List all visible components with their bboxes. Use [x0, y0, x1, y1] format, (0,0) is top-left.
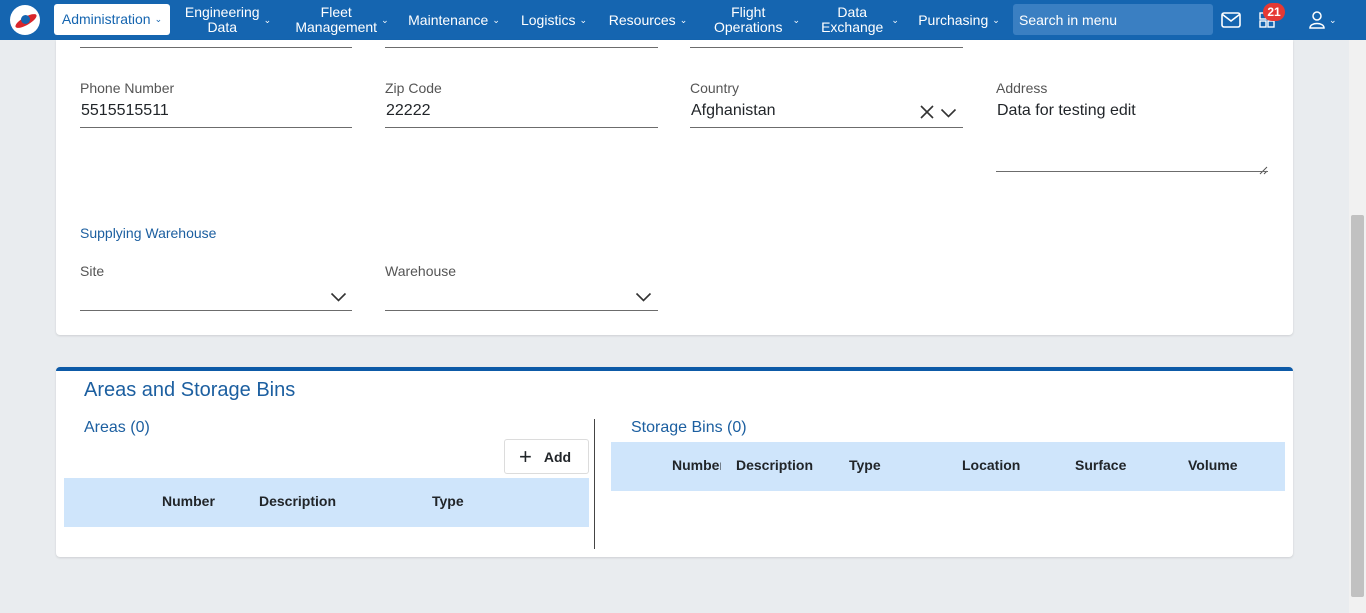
column-header-surface[interactable]: Surface [1075, 457, 1126, 473]
column-header-description[interactable]: Description [259, 493, 336, 509]
mail-icon[interactable] [1221, 0, 1241, 40]
country-select[interactable]: Afghanistan [691, 102, 776, 120]
notification-badge: 21 [1263, 3, 1285, 21]
user-icon[interactable]: ⌄ [1309, 0, 1337, 40]
column-header-location[interactable]: Location [962, 457, 1020, 473]
nav-maintenance[interactable]: Maintenance ⌄ [406, 0, 502, 40]
chevron-down-icon: ⌄ [992, 14, 1000, 25]
chevron-down-icon: ⌄ [792, 14, 801, 25]
plus-icon: + [519, 443, 532, 469]
panel-divider [594, 419, 595, 549]
nav-engineering-data[interactable]: Engineering Data ⌄ [182, 0, 274, 40]
address-underline [996, 171, 1268, 172]
chevron-down-icon[interactable] [330, 290, 347, 308]
add-area-button[interactable]: + Add [504, 439, 589, 474]
storage-bins-title: Storage Bins (0) [631, 419, 747, 436]
nav-resources[interactable]: Resources ⌄ [606, 0, 690, 40]
app-logo[interactable] [10, 5, 40, 35]
column-header-type[interactable]: Type [849, 457, 881, 473]
phone-number-label: Phone Number [80, 80, 175, 96]
chevron-down-icon: ⌄ [1329, 14, 1337, 25]
chevron-down-icon: ⌄ [381, 14, 389, 25]
warehouse-underline [385, 310, 658, 311]
country-underline [690, 127, 963, 128]
nav-purchasing[interactable]: Purchasing ⌄ [916, 0, 1002, 40]
column-header-description[interactable]: Description [736, 457, 813, 473]
page-scrollbar-thumb[interactable] [1351, 215, 1364, 597]
column-header-type[interactable]: Type [432, 493, 464, 509]
site-underline [80, 310, 352, 311]
areas-title: Areas (0) [84, 419, 150, 436]
warehouse-label: Warehouse [385, 263, 457, 279]
areas-storage-title: Areas and Storage Bins [84, 379, 296, 401]
zip-code-label: Zip Code [385, 80, 442, 96]
chevron-down-icon: ⌄ [492, 14, 500, 25]
nav-fleet-management[interactable]: Fleet Management ⌄ [292, 0, 392, 40]
address-label: Address [996, 80, 1048, 96]
field-underline [385, 47, 658, 48]
details-card [56, 40, 1293, 335]
nav-administration[interactable]: Administration ⌄ [54, 4, 170, 35]
clear-icon[interactable] [919, 104, 935, 125]
chevron-down-icon: ⌄ [891, 14, 899, 25]
site-label: Site [80, 263, 105, 279]
zip-code-field[interactable]: 22222 [386, 102, 431, 120]
nav-data-exchange[interactable]: Data Exchange ⌄ [820, 0, 900, 40]
phone-number-field[interactable]: 5515515511 [81, 102, 169, 120]
chevron-down-icon: ⌄ [579, 14, 587, 25]
field-underline [690, 47, 963, 48]
address-textarea[interactable]: Data for testing edit [997, 102, 1136, 120]
column-header-number[interactable]: Number [672, 457, 721, 473]
zip-code-underline [385, 127, 658, 128]
chevron-down-icon[interactable] [940, 106, 957, 124]
nav-logistics[interactable]: Logistics ⌄ [518, 0, 590, 40]
top-navigation-bar: Administration ⌄ Engineering Data ⌄ Fleet Ma… [0, 0, 1366, 40]
chevron-down-icon: ⌄ [679, 14, 688, 25]
menu-search-input[interactable]: Search in menu [1013, 4, 1213, 35]
chevron-down-icon: ⌄ [154, 14, 163, 24]
chevron-down-icon[interactable] [635, 290, 652, 308]
country-label: Country [690, 80, 740, 96]
phone-number-underline [80, 127, 352, 128]
chevron-down-icon: ⌄ [263, 14, 272, 25]
nav-flight-operations[interactable]: Flight Operations ⌄ [712, 0, 802, 40]
column-header-number[interactable]: Number [162, 493, 215, 509]
column-header-volume[interactable]: Volume [1188, 457, 1238, 473]
supplying-warehouse-title: Supplying Warehouse [80, 225, 217, 241]
field-underline [80, 47, 352, 48]
